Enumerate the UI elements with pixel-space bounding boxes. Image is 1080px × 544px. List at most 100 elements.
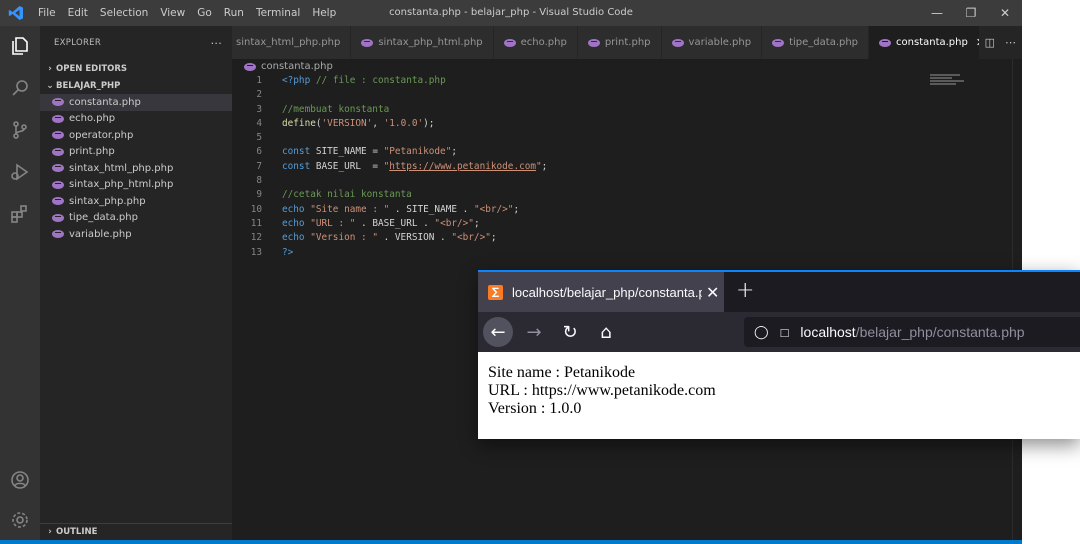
file-item[interactable]: tipe_data.php [40, 210, 232, 227]
output-line-version: Version : 1.0.0 [488, 400, 582, 417]
php-file-icon [587, 38, 600, 47]
split-editor-icon[interactable]: ◫ [985, 36, 995, 49]
browser-window: ∑ localhost/belajar_php/constanta.php ✕ … [478, 270, 1080, 439]
explorer-header: EXPLORER ··· [40, 26, 232, 60]
settings-gear-icon[interactable] [8, 508, 32, 532]
open-editors-label: OPEN EDITORS [56, 63, 128, 74]
file-item[interactable]: echo.php [40, 111, 232, 128]
code-text: //cetak nilai konstanta [282, 189, 412, 201]
menu-run[interactable]: Run [218, 0, 250, 26]
tab-label: sintax_php_html.php [378, 37, 483, 48]
line-number: 8 [256, 175, 262, 187]
menu-edit[interactable]: Edit [62, 0, 94, 26]
source-control-icon[interactable] [8, 118, 32, 142]
code-text: <?php // file : constanta.php [282, 75, 446, 86]
browser-tab-strip: ∑ localhost/belajar_php/constanta.php ✕ … [478, 270, 1080, 312]
browser-tab[interactable]: ∑ localhost/belajar_php/constanta.php ✕ [478, 272, 724, 312]
page-content: Site name : Petanikode URL : https://www… [478, 352, 1080, 439]
xampp-favicon-icon: ∑ [488, 284, 503, 300]
minimize-icon[interactable]: — [920, 0, 954, 26]
file-item[interactable]: sintax_html_php.php [40, 160, 232, 177]
editor-tab[interactable]: sintax_html_php.php [232, 26, 352, 59]
code-line: 13 ?> [232, 246, 1012, 260]
file-item[interactable]: operator.php [40, 127, 232, 144]
php-file-icon [879, 38, 892, 47]
close-tab-icon[interactable]: ✕ [706, 283, 719, 302]
back-arrow-icon[interactable]: ← [483, 317, 513, 347]
php-file-icon [361, 38, 374, 47]
tab-label: sintax_html_php.php [236, 37, 341, 48]
php-file-icon [52, 230, 64, 239]
reload-icon[interactable]: ↻ [555, 317, 585, 347]
editor-tab[interactable]: echo.php [493, 26, 578, 59]
line-number: 13 [250, 246, 262, 258]
editor-tab[interactable]: sintax_php_html.php [351, 26, 494, 59]
page-info-icon[interactable]: □ [781, 325, 789, 340]
minimap[interactable] [930, 74, 970, 94]
chevron-right-icon: › [48, 527, 52, 537]
output-line-url: URL : https://www.petanikode.com [488, 382, 716, 399]
more-actions-icon[interactable]: ⋯ [1005, 36, 1016, 49]
file-item[interactable]: variable.php [40, 226, 232, 243]
file-item[interactable]: print.php [40, 144, 232, 161]
php-file-icon [52, 147, 64, 156]
run-debug-icon[interactable] [8, 160, 32, 184]
file-item[interactable]: constanta.php [40, 94, 232, 111]
extensions-icon[interactable] [8, 202, 32, 226]
url-bar[interactable]: ◯ □ localhost/belajar_php/constanta.php [744, 317, 1080, 347]
account-icon[interactable] [8, 468, 32, 492]
code-line: 4 define('VERSION', '1.0.0'); [232, 117, 1012, 131]
outline-section[interactable]: › OUTLINE [40, 523, 232, 540]
line-number: 1 [256, 75, 262, 86]
browser-navigation-bar: ← → ↻ ⌂ ◯ □ localhost/belajar_php/consta… [478, 312, 1080, 352]
code-text: ?> [282, 246, 294, 258]
menu-file[interactable]: File [32, 0, 62, 26]
explorer-icon[interactable] [8, 34, 32, 58]
menu-view[interactable]: View [154, 0, 191, 26]
editor-tab[interactable]: constanta.php✕ [869, 26, 997, 59]
code-line: 12 echo "Version : " . VERSION . "<br/>"; [232, 231, 1012, 245]
menu-selection[interactable]: Selection [94, 0, 154, 26]
code-text: //membuat konstanta [282, 103, 390, 115]
menu-terminal[interactable]: Terminal [250, 0, 306, 26]
open-editors-section[interactable]: › OPEN EDITORS [40, 60, 232, 77]
line-number: 9 [256, 189, 262, 201]
breadcrumb-file: constanta.php [261, 61, 333, 72]
vscode-logo-icon [0, 0, 32, 26]
code-line: 9 //cetak nilai konstanta [232, 188, 1012, 202]
code-line: 7 const BASE_URL = "https://www.petanikod… [232, 160, 1012, 174]
editor-tab[interactable]: print.php [577, 26, 662, 59]
code-text: echo "URL : " . BASE_URL . "<br/>"; [282, 217, 480, 229]
code-line: 10 echo "Site name : " . SITE_NAME . "<br… [232, 203, 1012, 217]
php-file-icon [52, 180, 64, 189]
close-icon[interactable]: ✕ [988, 0, 1022, 26]
menu-go[interactable]: Go [191, 0, 218, 26]
url-host: localhost [800, 324, 856, 340]
editor-tab[interactable]: tipe_data.php [762, 26, 870, 59]
editor-actions: ◫ ⋯ [978, 26, 1022, 59]
menu-help[interactable]: Help [306, 0, 342, 26]
breadcrumb[interactable]: constanta.php [232, 59, 333, 74]
outline-label: OUTLINE [56, 527, 98, 537]
restore-icon[interactable]: ❐ [954, 0, 988, 26]
line-number: 7 [256, 160, 262, 172]
line-number: 3 [256, 103, 262, 115]
code-text: const BASE_URL = "https://www.petanikode… [282, 160, 548, 172]
project-folder-section[interactable]: ⌄ BELAJAR_PHP [40, 77, 232, 94]
file-item[interactable]: sintax_php.php [40, 193, 232, 210]
more-actions-icon[interactable]: ··· [211, 37, 222, 50]
file-name: variable.php [69, 228, 132, 240]
file-item[interactable]: sintax_php_html.php [40, 177, 232, 194]
search-icon[interactable] [8, 76, 32, 100]
explorer-sidebar: EXPLORER ··· › OPEN EDITORS ⌄ BELAJAR_PH… [40, 26, 232, 540]
editor-tab[interactable]: variable.php [661, 26, 763, 59]
new-tab-icon[interactable]: + [736, 278, 754, 303]
forward-arrow-icon[interactable]: → [519, 317, 549, 347]
code-line: 3 //membuat konstanta [232, 103, 1012, 117]
home-icon[interactable]: ⌂ [591, 317, 621, 347]
explorer-title: EXPLORER [54, 38, 102, 48]
line-number: 5 [256, 132, 262, 144]
tracking-protection-shield-icon[interactable]: ◯ [754, 324, 769, 340]
